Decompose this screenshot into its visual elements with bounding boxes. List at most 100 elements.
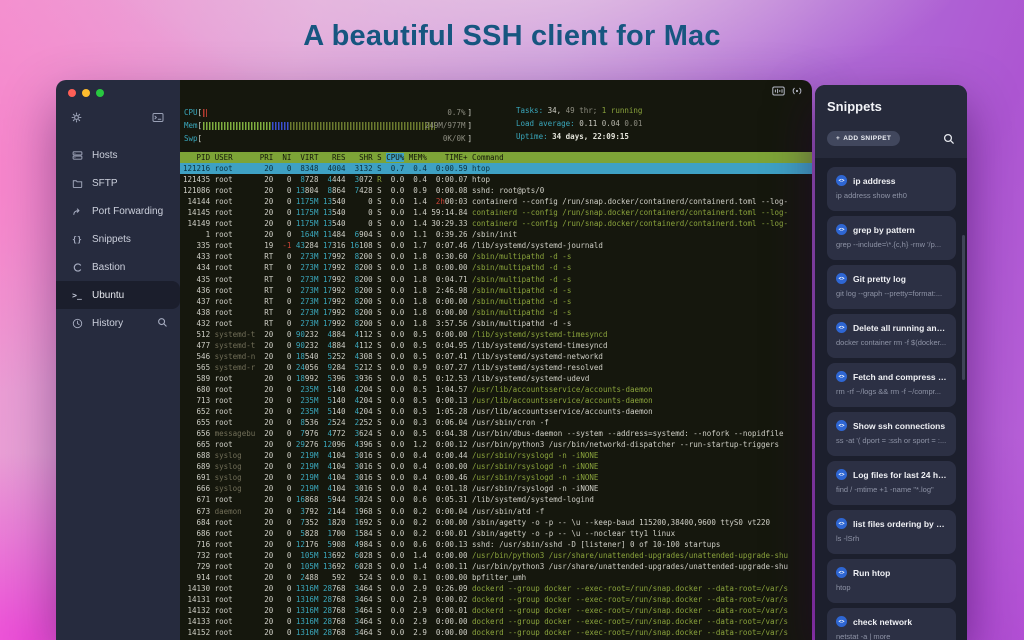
snippet-command: ls -lSrh	[836, 534, 947, 543]
process-row[interactable]: 684 root 20 0 7352 1820 1692 S 0.0 0.2 0…	[180, 517, 812, 528]
process-row[interactable]: 14152 root 20 0 1316M 28768 3464 S 0.0 2…	[180, 627, 812, 638]
snippet-title: ip address	[853, 176, 896, 186]
process-row[interactable]: 14144 root 20 0 1175M 13540 0 S 0.0 1.4 …	[180, 196, 812, 207]
terminal[interactable]: CPU[0.7%]Mem[249M/977M]Swp[0K/0K] Tasks:…	[180, 80, 812, 640]
process-row[interactable]: 14133 root 20 0 1316M 28768 3464 S 0.0 2…	[180, 616, 812, 627]
snippet-command: ip address show eth0	[836, 191, 947, 200]
close-button[interactable]	[68, 89, 76, 97]
process-row[interactable]: 652 root 20 0 235M 5140 4204 S 0.0 0.5 1…	[180, 406, 812, 417]
process-row[interactable]: 914 root 20 0 2488 592 524 S 0.0 0.1 0:0…	[180, 572, 812, 583]
process-row[interactable]: 689 syslog 20 0 219M 4104 3016 S 0.0 0.4…	[180, 461, 812, 472]
process-row[interactable]: 713 root 20 0 235M 5140 4204 S 0.0 0.5 0…	[180, 395, 812, 406]
process-row[interactable]: 716 root 20 0 12176 5908 4984 S 0.0 0.6 …	[180, 539, 812, 550]
snippet-icon: <>	[836, 420, 847, 431]
snippet-card[interactable]: <>grep by patterngrep --include=\*.{c,h}…	[827, 216, 956, 260]
sidebar-item-snippets[interactable]: {}Snippets	[56, 225, 180, 253]
process-row[interactable]: 433 root RT 0 273M 17992 8200 S 0.0 1.8 …	[180, 251, 812, 262]
process-row[interactable]: 589 root 20 0 18992 5396 3936 S 0.0 0.5 …	[180, 373, 812, 384]
process-row[interactable]: 14132 root 20 0 1316M 28768 3464 S 0.0 2…	[180, 605, 812, 616]
process-row[interactable]: 335 root 19 -1 43284 17316 16108 S 0.0 1…	[180, 240, 812, 251]
snippet-card[interactable]: <>Show ssh connectionsss -at '( dport = …	[827, 412, 956, 456]
process-row[interactable]: 656 messagebu 20 0 7976 4772 3624 S 0.0 …	[180, 428, 812, 439]
history-search-icon[interactable]	[157, 317, 168, 331]
process-row[interactable]: 686 root 20 0 5828 1700 1584 S 0.0 0.2 0…	[180, 528, 812, 539]
snippet-icon: <>	[836, 175, 847, 186]
minimize-button[interactable]	[82, 89, 90, 97]
sidebar-item-label: Ubuntu	[92, 290, 124, 301]
sidebar-item-sftp[interactable]: SFTP	[56, 169, 180, 197]
snippet-card[interactable]: <>check networknetstat -a | more	[827, 608, 956, 640]
process-row[interactable]: 688 syslog 20 0 219M 4104 3016 S 0.0 0.4…	[180, 450, 812, 461]
swp-meter: Swp[0K/0K]	[184, 132, 472, 145]
bastion-icon	[71, 262, 83, 273]
snippet-title: Show ssh connections	[853, 421, 945, 431]
mem-meter: Mem[249M/977M]	[184, 119, 472, 132]
terminal-status-icons	[772, 86, 803, 98]
snippet-command: grep --include=\*.{c,h} -rnw '/p...	[836, 240, 947, 249]
process-row[interactable]: 434 root RT 0 273M 17992 8200 S 0.0 1.8 …	[180, 262, 812, 273]
process-row[interactable]: 432 root RT 0 273M 17992 8200 S 0.0 1.8 …	[180, 318, 812, 329]
process-row[interactable]: 666 syslog 20 0 219M 4104 3016 S 0.0 0.4…	[180, 483, 812, 494]
snippet-title: Delete all running and s...	[853, 323, 947, 333]
process-row[interactable]: 729 root 20 0 105M 13692 6028 S 0.0 1.4 …	[180, 561, 812, 572]
process-row[interactable]: 14149 root 20 0 1175M 13540 0 S 0.0 1.4 …	[180, 218, 812, 229]
process-row[interactable]: 665 root 20 0 29276 12096 4396 S 0.0 1.2…	[180, 439, 812, 450]
settings-gear-icon[interactable]	[71, 110, 82, 128]
input-mode-icon[interactable]	[772, 86, 785, 98]
process-row[interactable]: 14130 root 20 0 1316M 28768 3464 S 0.0 2…	[180, 583, 812, 594]
snippet-command: find / -mtime +1 -name "*.log"	[836, 485, 947, 494]
snippet-card[interactable]: <>Log files for last 24 hoursfind / -mti…	[827, 461, 956, 505]
process-row[interactable]: 691 syslog 20 0 219M 4104 3016 S 0.0 0.4…	[180, 472, 812, 483]
sidebar-item-hosts[interactable]: Hosts	[56, 141, 180, 169]
summary-line: Tasks: 34, 49 thr; 1 running	[516, 106, 642, 119]
snippets-search-icon[interactable]	[943, 133, 955, 145]
broadcast-icon[interactable]	[791, 86, 803, 98]
snippet-icon: <>	[836, 518, 847, 529]
process-row[interactable]: 477 systemd-t 20 0 90232 4884 4112 S 0.0…	[180, 340, 812, 351]
sidebar-item-port-forwarding[interactable]: Port Forwarding	[56, 197, 180, 225]
process-row[interactable]: 1 root 20 0 164M 11484 6904 S 0.0 1.1 0:…	[180, 229, 812, 240]
snippet-card[interactable]: <>Run htophtop	[827, 559, 956, 603]
process-row[interactable]: 14145 root 20 0 1175M 13540 0 S 0.0 1.4 …	[180, 207, 812, 218]
process-row[interactable]: 438 root RT 0 273M 17992 8200 S 0.0 1.8 …	[180, 307, 812, 318]
process-row[interactable]: 655 root 20 0 8536 2524 2252 S 0.0 0.3 0…	[180, 417, 812, 428]
snippet-command: docker container rm -f $(docker...	[836, 338, 947, 347]
process-row[interactable]: 121086 root 20 0 13804 8864 7428 S 0.0 0…	[180, 185, 812, 196]
process-row[interactable]: 14131 root 20 0 1316M 28768 3464 S 0.0 2…	[180, 594, 812, 605]
sidebar-item-history[interactable]: History	[56, 309, 180, 337]
summary-line: Uptime: 34 days, 22:09:15	[516, 132, 642, 145]
process-row[interactable]: 121216 root 20 0 8348 4004 3132 S 0.7 0.…	[180, 163, 812, 174]
add-snippet-button[interactable]: + ADD SNIPPET	[827, 131, 900, 146]
process-row[interactable]: 437 root RT 0 273M 17992 8200 S 0.0 1.8 …	[180, 296, 812, 307]
sidebar-item-bastion[interactable]: Bastion	[56, 253, 180, 281]
process-row[interactable]: 121435 root 20 0 8728 4444 3072 R 0.0 0.…	[180, 174, 812, 185]
process-table-header[interactable]: PID USER PRI NI VIRT RES SHR S CPU% MEM%…	[180, 152, 812, 163]
snippet-icon: <>	[836, 322, 847, 333]
sidebar-item-label: History	[92, 318, 123, 329]
snippet-title: Fetch and compress logs	[853, 372, 947, 382]
snippet-card[interactable]: <>Fetch and compress logsrm -rf ~/logs &…	[827, 363, 956, 407]
process-row[interactable]: 680 root 20 0 235M 5140 4204 S 0.0 0.5 1…	[180, 384, 812, 395]
process-row[interactable]: 671 root 20 0 16868 5944 5024 S 0.0 0.6 …	[180, 494, 812, 505]
snippet-card[interactable]: <>Git pretty loggit log --graph --pretty…	[827, 265, 956, 309]
process-row[interactable]: 512 systemd-t 20 0 90232 4884 4112 S 0.0…	[180, 329, 812, 340]
process-row[interactable]: 732 root 20 0 105M 13692 6028 S 0.0 1.4 …	[180, 550, 812, 561]
snippets-actions: + ADD SNIPPET	[827, 131, 955, 146]
sidebar-item-ubuntu[interactable]: >_Ubuntu	[56, 281, 180, 309]
snippet-command: htop	[836, 583, 947, 592]
hosts-icon	[71, 150, 83, 161]
history-icon	[71, 318, 83, 329]
snippets-scrollbar[interactable]	[962, 235, 965, 380]
new-terminal-icon[interactable]	[152, 110, 164, 128]
snippet-command: rm -rf ~/logs && rm -f ~/compr...	[836, 387, 947, 396]
zoom-button[interactable]	[96, 89, 104, 97]
snippet-card[interactable]: <>list files ordering by sizels -lSrh	[827, 510, 956, 554]
snippet-command: netstat -a | more	[836, 632, 947, 640]
process-row[interactable]: 435 root RT 0 273M 17992 8200 S 0.0 1.8 …	[180, 274, 812, 285]
process-row[interactable]: 436 root RT 0 273M 17992 8200 S 0.0 1.8 …	[180, 285, 812, 296]
process-row[interactable]: 546 systemd-n 20 0 18540 5252 4308 S 0.0…	[180, 351, 812, 362]
snippet-card[interactable]: <> Delete all running and s... docker cont…	[827, 314, 956, 358]
process-row[interactable]: 565 systemd-r 20 0 24056 9284 5212 S 0.0…	[180, 362, 812, 373]
snippet-card[interactable]: <> ip address ip address show eth0	[827, 167, 956, 211]
process-row[interactable]: 673 daemon 20 0 3792 2144 1968 S 0.0 0.2…	[180, 506, 812, 517]
